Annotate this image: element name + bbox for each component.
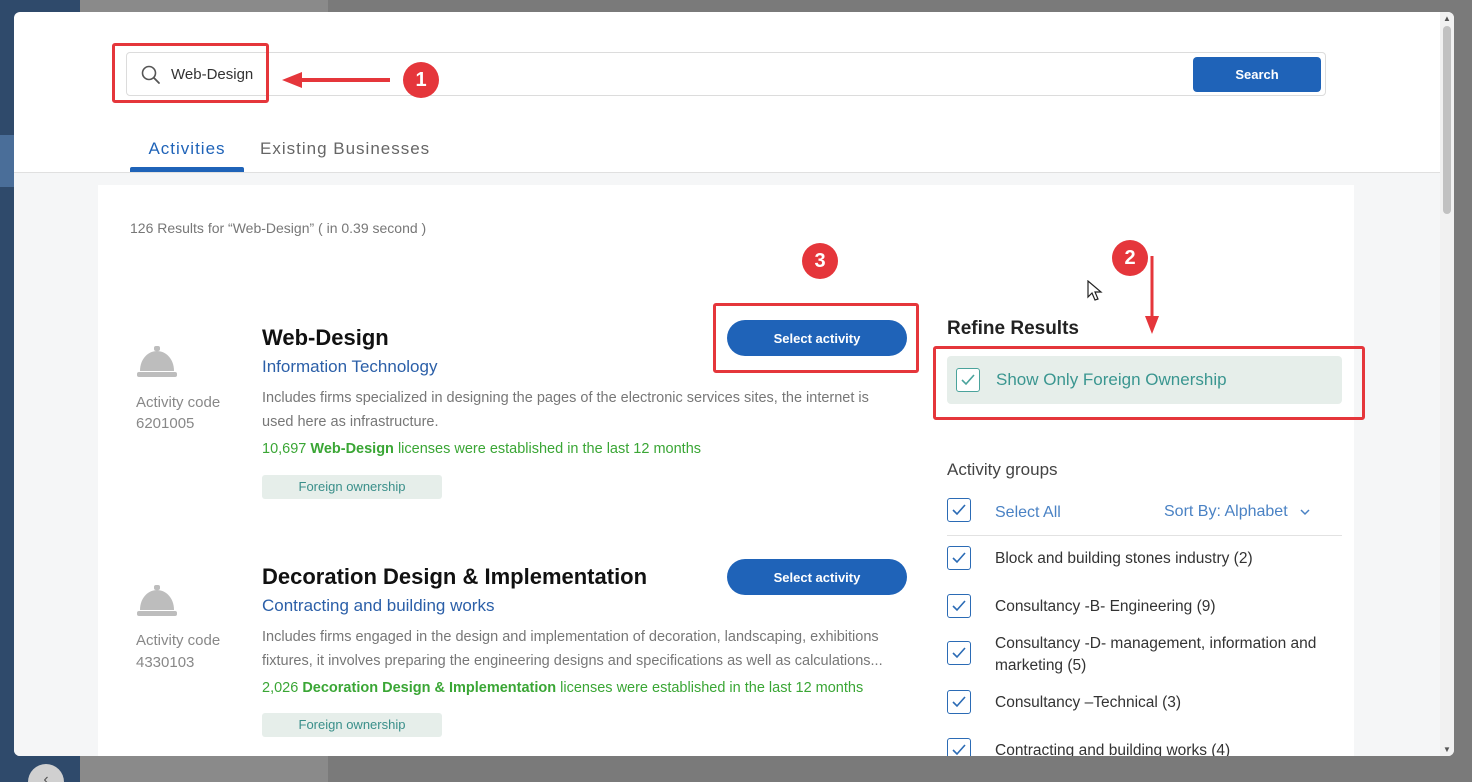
activity-description: Includes firms specialized in designing … xyxy=(262,390,869,430)
activity-search-modal: Search Activities Existing Businesses 12… xyxy=(14,12,1454,756)
group-checkbox[interactable] xyxy=(947,546,971,570)
group-label: Consultancy -B- Engineering (9) xyxy=(995,598,1216,615)
group-checkbox[interactable] xyxy=(947,594,971,618)
stats-count: 10,697 xyxy=(262,441,307,457)
group-checkbox[interactable] xyxy=(947,690,971,714)
annotation-box-select-activity xyxy=(713,303,919,373)
select-activity-button[interactable]: Select activity xyxy=(727,559,907,595)
activity-stats: 2,026 Decoration Design & Implementation… xyxy=(262,680,863,696)
group-label: Block and building stones industry (2) xyxy=(995,550,1253,567)
search-button[interactable]: Search xyxy=(1193,57,1321,92)
activity-stats: 10,697 Web-Design licenses were establis… xyxy=(262,441,701,457)
scrollbar-thumb[interactable] xyxy=(1443,26,1451,214)
group-label: Contracting and building works (4) xyxy=(995,742,1231,756)
activity-category: Information Technology xyxy=(262,357,438,376)
mouse-cursor-icon xyxy=(1087,280,1103,301)
check-icon xyxy=(952,744,966,756)
bell-service-icon xyxy=(137,585,177,616)
annotation-step-2: 2 xyxy=(1112,240,1148,276)
scroll-up-icon[interactable]: ▲ xyxy=(1443,14,1451,23)
stats-activity-name: Decoration Design & Implementation xyxy=(302,680,557,696)
sort-dropdown[interactable]: Sort By: Alphabet xyxy=(1164,503,1288,521)
select-all-checkbox[interactable] xyxy=(947,498,971,522)
foreign-ownership-badge: Foreign ownership xyxy=(262,713,442,737)
activity-code-label: Activity code xyxy=(136,632,221,649)
group-label: Consultancy -D- management, information … xyxy=(995,635,1317,674)
collapse-sidebar-button[interactable]: ‹ xyxy=(28,764,64,782)
select-all-row: Select All Sort By: Alphabet xyxy=(947,498,1342,536)
activity-title[interactable]: Web-Design xyxy=(262,325,389,351)
check-icon xyxy=(952,600,966,612)
select-all-label[interactable]: Select All xyxy=(995,504,1061,522)
search-bar: Search xyxy=(126,52,1326,96)
annotation-box-foreign-filter xyxy=(933,346,1365,420)
tab-existing-businesses[interactable]: Existing Businesses xyxy=(260,130,430,172)
refine-results-title: Refine Results xyxy=(947,318,1079,339)
tab-activities[interactable]: Activities xyxy=(130,130,244,172)
activity-title[interactable]: Decoration Design & Implementation xyxy=(262,564,647,590)
activity-description: Includes firms engaged in the design and… xyxy=(262,629,883,669)
stats-suffix: licenses were established in the last 12… xyxy=(560,680,864,696)
chevron-down-icon[interactable] xyxy=(1299,506,1311,518)
search-input[interactable] xyxy=(171,59,1171,89)
activity-code-label: Activity code xyxy=(136,394,221,411)
stats-activity-name: Web-Design xyxy=(310,441,394,457)
results-summary: 126 Results for “Web-Design” ( in 0.39 s… xyxy=(130,220,427,236)
sidebar-active-indicator xyxy=(0,135,14,187)
scroll-down-icon[interactable]: ▼ xyxy=(1443,745,1451,754)
foreign-ownership-badge: Foreign ownership xyxy=(262,475,442,499)
annotation-box-search xyxy=(112,43,269,103)
group-checkbox[interactable] xyxy=(947,641,971,665)
check-icon xyxy=(952,504,966,516)
activity-category: Contracting and building works xyxy=(262,596,495,615)
check-icon xyxy=(952,552,966,564)
stats-suffix: licenses were established in the last 12… xyxy=(397,441,702,457)
activity-code: 6201005 xyxy=(136,415,195,432)
check-icon xyxy=(952,647,966,659)
activity-code: 4330103 xyxy=(136,654,195,671)
check-icon xyxy=(952,696,966,708)
annotation-step-3: 3 xyxy=(802,243,838,279)
group-checkbox[interactable] xyxy=(947,738,971,756)
stats-count: 2,026 xyxy=(262,680,299,696)
group-label: Consultancy –Technical (3) xyxy=(995,694,1182,711)
activity-groups-title: Activity groups xyxy=(947,460,1058,479)
bell-service-icon xyxy=(137,346,177,377)
annotation-step-1: 1 xyxy=(403,62,439,98)
modal-scrollbar[interactable]: ▲ ▼ xyxy=(1440,12,1454,756)
